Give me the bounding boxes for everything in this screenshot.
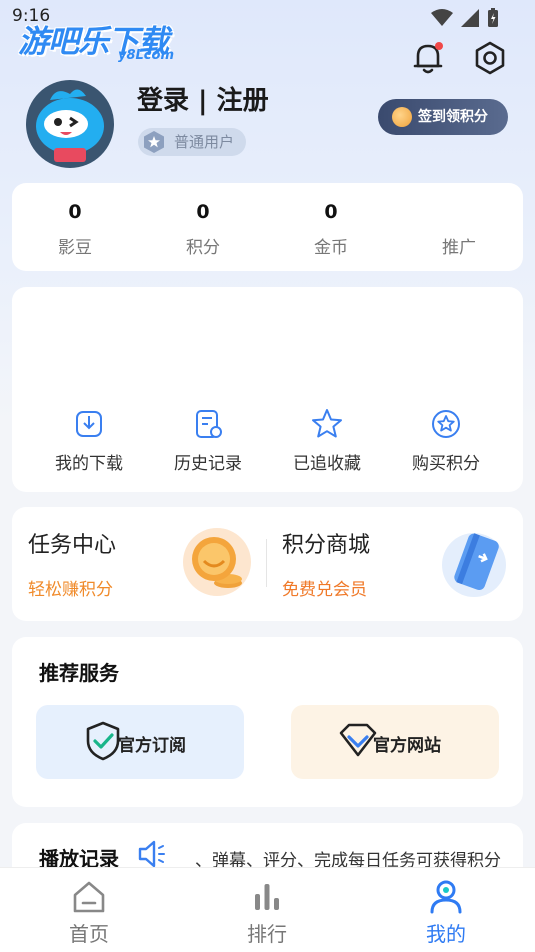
quick-item-buy-points[interactable]: 购买积分 (391, 407, 501, 474)
task-center-title[interactable]: 任务中心 (28, 527, 116, 559)
nav-label: 首页 (69, 922, 109, 946)
star-circle-icon (432, 410, 460, 438)
recommend-label: 官方网站 (373, 736, 441, 756)
stat-label: 金币 (314, 238, 348, 258)
diamond-icon (339, 723, 377, 757)
voucher-card-icon (442, 533, 506, 597)
recommend-card: 推荐服务 官方订阅 官方网站 (12, 637, 523, 807)
rank-icon (255, 884, 279, 910)
quick-item-favorites[interactable]: 已追收藏 (272, 407, 382, 474)
stat-value: 0 (68, 201, 82, 223)
stat-yingdou[interactable]: 0 影豆 (25, 201, 125, 258)
download-icon (76, 411, 102, 437)
wifi-icon (431, 9, 453, 26)
quick-item-history[interactable]: 历史记录 (153, 407, 263, 474)
stat-value (409, 201, 509, 227)
speaker-icon (138, 840, 165, 868)
avatar[interactable] (26, 80, 114, 168)
bottom-navigation: 首页 排行 我的 (0, 867, 535, 952)
settings-gear-icon[interactable] (470, 38, 510, 78)
checkin-button[interactable]: 签到领积分 (378, 99, 508, 135)
official-website-button[interactable]: 官方网站 (291, 705, 499, 779)
points-mall-subtitle: 免费兑会员 (282, 580, 367, 600)
user-icon (430, 880, 462, 914)
battery-icon (488, 8, 498, 27)
app-logo: 游吧乐下载 y8Lcom (18, 16, 188, 66)
stat-value: 0 (196, 201, 210, 223)
user-level-label: 普通用户 (174, 133, 235, 151)
stat-coins[interactable]: 0 金币 (281, 201, 381, 258)
quick-item-label: 历史记录 (174, 454, 242, 474)
home-icon (73, 881, 105, 913)
stat-promote[interactable]: 推广 (409, 201, 509, 258)
stat-label: 推广 (442, 238, 476, 258)
nav-home[interactable]: 首页 (34, 878, 144, 947)
quick-item-downloads[interactable]: 我的下载 (34, 407, 144, 474)
nav-label: 排行 (247, 922, 287, 946)
task-center-subtitle: 轻松赚积分 (28, 580, 113, 600)
logo-subtitle: y8Lcom (118, 48, 174, 63)
signal-icon (461, 9, 479, 27)
status-icons (431, 8, 499, 28)
user-level-badge: 普通用户 (138, 128, 247, 156)
coin-icon (392, 107, 412, 127)
stat-label: 积分 (186, 238, 220, 258)
stat-label: 影豆 (58, 238, 92, 258)
quick-item-label: 已追收藏 (293, 454, 361, 474)
nav-mine[interactable]: 我的 (391, 878, 501, 947)
star-icon (312, 409, 342, 438)
quick-item-label: 我的下载 (55, 454, 123, 474)
avatar-mascot-icon (36, 89, 104, 162)
level-shield-icon (144, 131, 164, 153)
quick-actions-card: 我的下载 历史记录 已追收藏 购买积分 (12, 287, 523, 492)
recommend-label: 官方订阅 (118, 736, 186, 756)
stat-value: 0 (324, 201, 338, 223)
stat-points[interactable]: 0 积分 (153, 201, 253, 258)
task-mall-card: 任务中心 轻松赚积分 积分商城 免费兑会员 (12, 507, 523, 621)
recommend-title: 推荐服务 (39, 661, 119, 685)
official-subscribe-button[interactable]: 官方订阅 (36, 705, 244, 779)
checkin-label: 签到领积分 (418, 109, 488, 125)
nav-label: 我的 (426, 922, 466, 946)
stats-card: 0 影豆 0 积分 0 金币 推广 (12, 183, 523, 271)
quick-item-label: 购买积分 (412, 454, 480, 474)
notification-bell-icon[interactable] (408, 38, 448, 78)
login-register-link[interactable]: 登录 | 注册 (137, 80, 269, 117)
shield-check-icon (86, 721, 120, 761)
gold-coin-icon (183, 528, 251, 596)
points-mall-title[interactable]: 积分商城 (282, 527, 370, 559)
vertical-divider (266, 539, 267, 587)
history-icon (196, 410, 222, 438)
nav-rank[interactable]: 排行 (212, 878, 322, 947)
